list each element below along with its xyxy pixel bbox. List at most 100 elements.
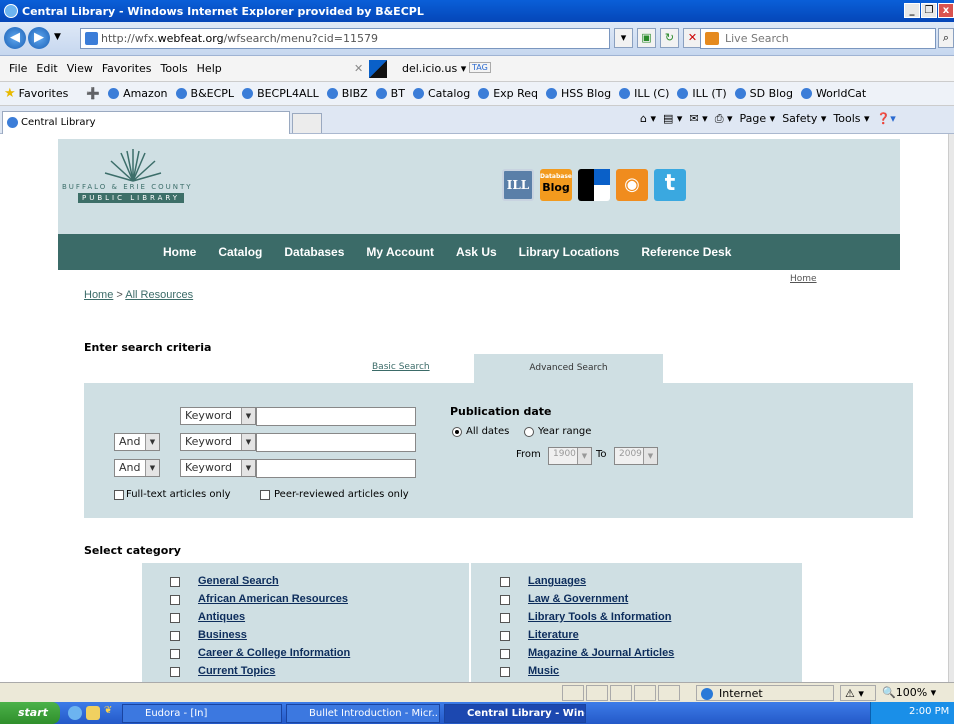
home-icon[interactable]: ⌂ ▾ xyxy=(640,112,656,125)
compatibility-icon[interactable]: ▣ xyxy=(637,28,656,48)
search-term-1[interactable] xyxy=(256,407,416,426)
nav-catalog[interactable]: Catalog xyxy=(218,245,262,259)
category-languages[interactable]: Languages xyxy=(528,575,586,587)
quicklaunch-icon[interactable] xyxy=(86,706,100,720)
live-search-input[interactable]: Live Search xyxy=(700,28,936,49)
fav-bibz[interactable]: BIBZ xyxy=(342,87,368,100)
taskbar-word[interactable]: Bullet Introduction - Micr... xyxy=(286,704,440,723)
refresh-button[interactable]: ↻ xyxy=(660,28,679,48)
rss-icon[interactable]: ◉ xyxy=(616,169,648,201)
forward-button[interactable]: ▶ xyxy=(28,27,50,49)
help-icon[interactable]: ❓▾ xyxy=(877,112,896,125)
category-antiques[interactable]: Antiques xyxy=(198,611,245,623)
favorites-button[interactable]: Favorites xyxy=(19,87,69,100)
clock[interactable]: 2:00 PM xyxy=(909,706,949,717)
field-select-2[interactable]: Keyword ▼ xyxy=(180,433,256,451)
category-checkbox[interactable] xyxy=(170,649,180,659)
close-button[interactable]: x xyxy=(938,3,954,18)
start-button[interactable]: start xyxy=(0,702,60,724)
field-select-1[interactable]: Keyword ▼ xyxy=(180,407,256,425)
address-bar[interactable]: http://wfx.webfeat.org/wfsearch/menu?cid… xyxy=(80,28,610,49)
delicious-icon[interactable] xyxy=(578,169,610,201)
zoom-control[interactable]: 🔍100% ▾ xyxy=(878,685,954,701)
ill-icon[interactable]: ILL xyxy=(502,169,534,201)
category-checkbox[interactable] xyxy=(170,667,180,677)
database-blog-icon[interactable]: Database Blog xyxy=(540,169,572,201)
operator-select-2[interactable]: And ▼ xyxy=(114,433,160,451)
taskbar-eudora[interactable]: Eudora - [In] xyxy=(122,704,282,723)
fav-catalog[interactable]: Catalog xyxy=(428,87,470,100)
feeds-icon[interactable]: ▤ ▾ xyxy=(663,112,682,125)
address-dropdown[interactable]: ▾ xyxy=(614,28,633,48)
fav-ill-c[interactable]: ILL (C) xyxy=(634,87,669,100)
safety-menu[interactable]: Safety ▾ xyxy=(782,112,826,125)
nav-my-account[interactable]: My Account xyxy=(366,245,434,259)
category-african-american[interactable]: African American Resources xyxy=(198,593,348,605)
delicious-button[interactable]: del.icio.us ▾ xyxy=(393,62,466,75)
fav-hss-blog[interactable]: HSS Blog xyxy=(561,87,611,100)
category-literature[interactable]: Literature xyxy=(528,629,579,641)
quicklaunch-icon[interactable]: ❦ xyxy=(104,705,112,716)
operator-select-3[interactable]: And ▼ xyxy=(114,459,160,477)
breadcrumb-home[interactable]: Home xyxy=(84,289,113,301)
peer-reviewed-checkbox[interactable] xyxy=(260,490,270,500)
page-menu[interactable]: Page ▾ xyxy=(740,112,776,125)
year-range-radio[interactable] xyxy=(524,427,534,437)
breadcrumb-current[interactable]: All Resources xyxy=(125,289,193,301)
category-current-topics[interactable]: Current Topics xyxy=(198,665,275,677)
vertical-scrollbar[interactable] xyxy=(948,134,954,682)
tab-basic-search[interactable]: Basic Search xyxy=(372,362,430,372)
nav-library-locations[interactable]: Library Locations xyxy=(519,245,620,259)
fav-becpl[interactable]: B&ECPL xyxy=(191,87,235,100)
taskbar-ie[interactable]: Central Library - Wind... xyxy=(444,704,586,723)
fav-exp-req[interactable]: Exp Req xyxy=(493,87,538,100)
menu-favorites[interactable]: Favorites xyxy=(102,62,152,75)
tab-advanced-search[interactable]: Advanced Search xyxy=(474,354,663,383)
category-checkbox[interactable] xyxy=(500,577,510,587)
print-icon[interactable]: ⎙ ▾ xyxy=(715,112,733,125)
category-checkbox[interactable] xyxy=(170,577,180,587)
category-magazine-journal[interactable]: Magazine & Journal Articles xyxy=(528,647,674,659)
fav-ill-t[interactable]: ILL (T) xyxy=(692,87,726,100)
back-button[interactable]: ◀ xyxy=(4,27,26,49)
category-music[interactable]: Music xyxy=(528,665,559,677)
category-checkbox[interactable] xyxy=(500,667,510,677)
category-checkbox[interactable] xyxy=(500,631,510,641)
search-go-icon[interactable]: ⌕ xyxy=(938,28,954,48)
tab-central-library[interactable]: Central Library xyxy=(2,111,290,134)
quicklaunch-ie-icon[interactable] xyxy=(68,706,82,720)
search-term-2[interactable] xyxy=(256,433,416,452)
add-favorites-icon[interactable]: ➕ xyxy=(86,87,100,100)
home-link[interactable]: Home xyxy=(790,274,817,284)
category-checkbox[interactable] xyxy=(500,613,510,623)
all-dates-radio[interactable] xyxy=(452,427,462,437)
minimize-button[interactable]: _ xyxy=(904,3,920,18)
search-term-3[interactable] xyxy=(256,459,416,478)
nav-home[interactable]: Home xyxy=(163,245,196,259)
mail-icon[interactable]: ✉ ▾ xyxy=(689,112,707,125)
to-year-select[interactable]: 2009 ▼ xyxy=(614,447,658,465)
nav-databases[interactable]: Databases xyxy=(284,245,344,259)
protected-mode-icon[interactable]: ⚠ ▾ xyxy=(840,685,876,701)
fav-bt[interactable]: BT xyxy=(391,87,405,100)
toolbar-close-icon[interactable]: ✕ xyxy=(354,62,363,75)
menu-help[interactable]: Help xyxy=(197,62,222,75)
category-law-government[interactable]: Law & Government xyxy=(528,593,628,605)
category-general-search[interactable]: General Search xyxy=(198,575,279,587)
category-checkbox[interactable] xyxy=(170,631,180,641)
category-checkbox[interactable] xyxy=(500,595,510,605)
twitter-icon[interactable]: t xyxy=(654,169,686,201)
tag-button[interactable]: TAG xyxy=(469,62,491,73)
menu-file[interactable]: File xyxy=(9,62,27,75)
nav-ask-us[interactable]: Ask Us xyxy=(456,245,497,259)
fav-worldcat[interactable]: WorldCat xyxy=(816,87,866,100)
fav-amazon[interactable]: Amazon xyxy=(123,87,167,100)
nav-reference-desk[interactable]: Reference Desk xyxy=(641,245,731,259)
category-checkbox[interactable] xyxy=(170,613,180,623)
menu-view[interactable]: View xyxy=(67,62,93,75)
category-library-tools[interactable]: Library Tools & Information xyxy=(528,611,671,623)
restore-button[interactable]: ❐ xyxy=(921,3,937,18)
category-business[interactable]: Business xyxy=(198,629,247,641)
fav-sd-blog[interactable]: SD Blog xyxy=(750,87,793,100)
fav-becpl4all[interactable]: BECPL4ALL xyxy=(257,87,319,100)
